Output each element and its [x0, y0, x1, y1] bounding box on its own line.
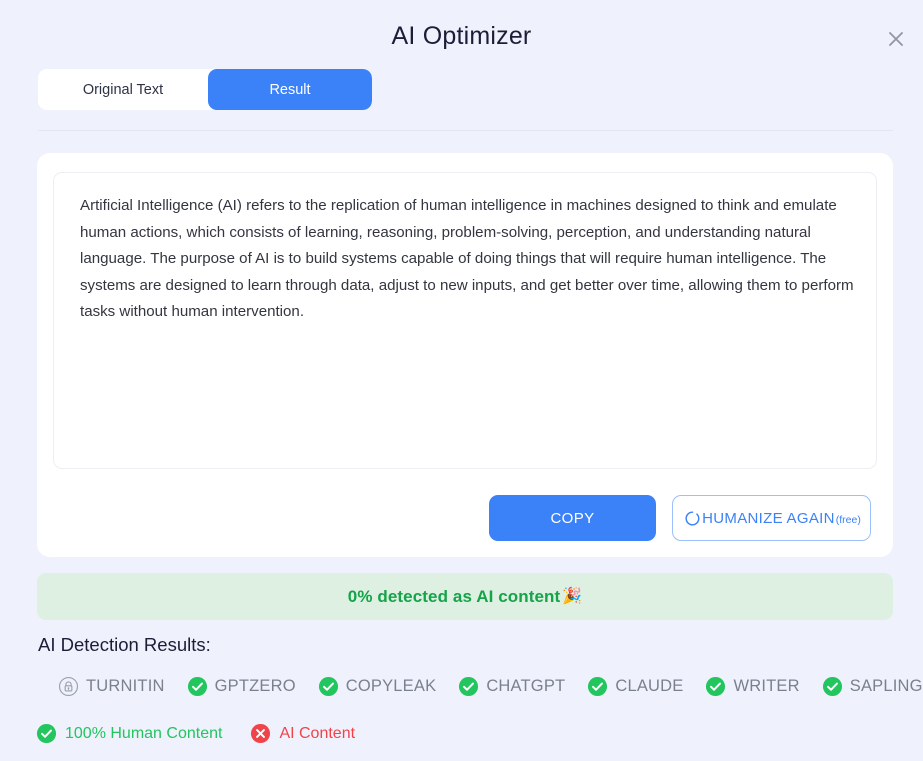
legend-human-content: 100% Human Content: [36, 723, 222, 744]
detector-label: WRITER: [733, 676, 800, 695]
result-card: Artificial Intelligence (AI) refers to t…: [37, 153, 893, 557]
check-circle-icon: [705, 676, 726, 697]
close-icon: [886, 29, 906, 49]
lock-icon: [58, 676, 79, 697]
check-circle-icon: [458, 676, 479, 697]
detector-list: TURNITIN GPTZERO COPYLEAK CHATGPT CLAUDE…: [58, 672, 922, 700]
detection-banner: 0% detected as AI content 🎉: [37, 573, 893, 620]
legend-label: 100% Human Content: [65, 724, 223, 742]
detector-label: COPYLEAK: [345, 676, 437, 695]
legend-label: AI Content: [279, 724, 356, 742]
detector-claude[interactable]: CLAUDE: [587, 676, 683, 697]
result-text: Artificial Intelligence (AI) refers to t…: [80, 197, 854, 320]
detection-results-heading: AI Detection Results:: [38, 634, 211, 655]
legend: 100% Human Content AI Content: [36, 723, 383, 744]
tab-bar: Original Text Result: [38, 69, 372, 110]
legend-ai-content: AI Content: [250, 723, 355, 744]
check-circle-icon: [587, 676, 608, 697]
page-title: AI Optimizer: [391, 22, 532, 50]
check-circle-icon: [318, 676, 339, 697]
check-circle-icon: [187, 676, 208, 697]
detector-label: CHATGPT: [486, 676, 566, 695]
detector-label: GPTZERO: [214, 676, 296, 695]
refresh-spinner-icon: [684, 510, 701, 527]
check-circle-icon: [822, 676, 843, 697]
detector-sapling[interactable]: SAPLING: [822, 676, 923, 697]
close-button[interactable]: [881, 24, 911, 54]
detection-banner-text: 0% detected as AI content: [347, 586, 561, 606]
card-actions: COPY HUMANIZE AGAIN (free): [37, 493, 893, 543]
header-divider: [38, 130, 893, 131]
detector-label: CLAUDE: [615, 676, 684, 695]
ai-optimizer-modal: AI Optimizer Original Text Result Artifi…: [0, 0, 923, 761]
tab-original-text[interactable]: Original Text: [38, 69, 208, 110]
copy-button[interactable]: COPY: [489, 495, 656, 541]
humanize-again-button[interactable]: HUMANIZE AGAIN (free): [672, 495, 871, 541]
check-circle-icon: [36, 723, 57, 744]
detector-copyleak[interactable]: COPYLEAK: [318, 676, 437, 697]
result-text-box[interactable]: Artificial Intelligence (AI) refers to t…: [53, 172, 877, 469]
tab-result[interactable]: Result: [208, 69, 372, 110]
humanize-free-badge: (free): [835, 514, 861, 526]
detector-gptzero[interactable]: GPTZERO: [187, 676, 296, 697]
detector-chatgpt[interactable]: CHATGPT: [458, 676, 565, 697]
party-popper-icon: 🎉: [562, 587, 583, 605]
x-circle-icon: [250, 723, 271, 744]
humanize-again-label: HUMANIZE AGAIN: [702, 509, 835, 527]
detector-label: TURNITIN: [86, 676, 165, 695]
detector-label: SAPLING: [849, 676, 923, 695]
detector-turnitin[interactable]: TURNITIN: [58, 676, 165, 697]
detector-writer[interactable]: WRITER: [705, 676, 800, 697]
